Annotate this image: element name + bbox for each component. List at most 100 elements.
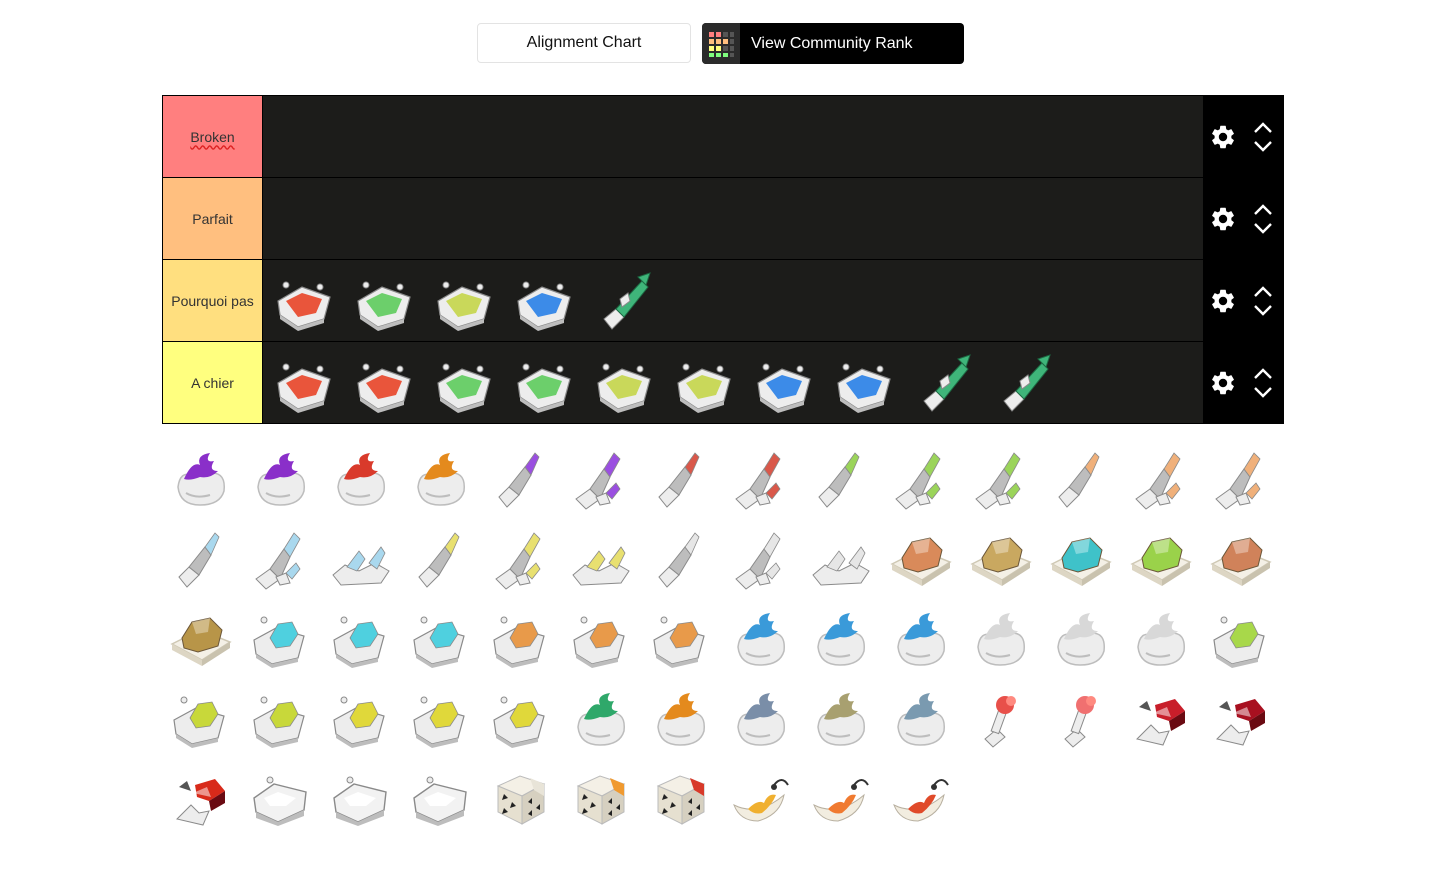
chevron-up-icon[interactable]: [1253, 203, 1273, 216]
gear-icon[interactable]: [1203, 123, 1243, 151]
pool-item-yellow-gem-block-alt-icon[interactable]: [406, 684, 476, 754]
pool-item-white-crystal-shard-icon[interactable]: [646, 524, 716, 594]
pool-item-white-crystal-pile-icon[interactable]: [806, 524, 876, 594]
chevron-down-icon[interactable]: [1253, 140, 1273, 152]
tier-item-yellowgreen-gem-block-icon[interactable]: [429, 266, 499, 336]
tier-item-blue-gem-block-icon[interactable]: [509, 266, 579, 336]
pool-item-yellow-crystal-pile-icon[interactable]: [566, 524, 636, 594]
pool-item-lime-crystal-cluster-icon[interactable]: [886, 444, 956, 514]
tier-items-dropzone[interactable]: [263, 342, 1203, 423]
tier-item-green-crystal-spike-alt-icon[interactable]: [989, 348, 1059, 418]
gear-icon[interactable]: [1203, 287, 1243, 315]
tier-label[interactable]: Parfait: [163, 178, 263, 259]
tier-item-green-crystal-spike-icon[interactable]: [909, 348, 979, 418]
pool-item-red-cube-cluster-icon[interactable]: [166, 764, 236, 834]
pool-item-lime-gem-block-icon[interactable]: [1206, 604, 1276, 674]
pool-item-purple-flame-rock-icon[interactable]: [166, 444, 236, 514]
tier-item-green-crystal-spike-icon[interactable]: [589, 266, 659, 336]
pool-item-orange-flame-horn-icon[interactable]: [806, 764, 876, 834]
tier-label[interactable]: A chier: [163, 342, 263, 423]
tier-label[interactable]: Pourquoi pas: [163, 260, 263, 341]
tier-item-red-gem-block-icon[interactable]: [269, 266, 339, 336]
chevron-up-icon[interactable]: [1253, 367, 1273, 380]
pool-item-steel-flame-rock-icon[interactable]: [726, 684, 796, 754]
pool-item-blue-flame-rock-icon[interactable]: [726, 604, 796, 674]
pool-item-cyan-gem-block-tall-icon[interactable]: [406, 604, 476, 674]
pool-item-purple-crystal-cluster-icon[interactable]: [566, 444, 636, 514]
pool-item-white-flame-rock-icon[interactable]: [966, 604, 1036, 674]
pool-item-cyan-gem-block-icon[interactable]: [246, 604, 316, 674]
tier-item-red-gem-block-icon[interactable]: [269, 348, 339, 418]
tier-item-green-gem-block-icon[interactable]: [429, 348, 499, 418]
pool-item-white-flame-rock-alt-icon[interactable]: [1046, 604, 1116, 674]
pool-item-blue-flame-rock-alt-icon[interactable]: [806, 604, 876, 674]
pool-item-ice-crystal-cluster-icon[interactable]: [246, 524, 316, 594]
chevron-up-icon[interactable]: [1253, 285, 1273, 298]
pool-item-chartreuse-gem-block-alt-icon[interactable]: [246, 684, 316, 754]
pool-item-orange-gem-block-tall-icon[interactable]: [646, 604, 716, 674]
tier-item-yellowgreen-gem-block-alt-icon[interactable]: [669, 348, 739, 418]
pool-item-red-crystal-shard-icon[interactable]: [646, 444, 716, 514]
tier-item-blue-gem-block-icon[interactable]: [749, 348, 819, 418]
pool-item-gold-ore-plate-icon[interactable]: [966, 524, 1036, 594]
pool-item-yellow-gem-block-tall-icon[interactable]: [486, 684, 556, 754]
pool-item-slate-flame-rock-icon[interactable]: [886, 684, 956, 754]
pool-item-teal-gem-plate-icon[interactable]: [1046, 524, 1116, 594]
pool-item-yellow-crystal-cluster-icon[interactable]: [486, 524, 556, 594]
pool-item-blue-flame-rock-tall-icon[interactable]: [886, 604, 956, 674]
chevron-down-icon[interactable]: [1253, 386, 1273, 398]
pool-item-dotted-dice-icon[interactable]: [486, 764, 556, 834]
pool-item-red-crystal-cluster-icon[interactable]: [726, 444, 796, 514]
tier-items-dropzone[interactable]: [263, 178, 1203, 259]
pool-item-yellow-gem-block-icon[interactable]: [326, 684, 396, 754]
pool-item-copper-ore-plate-icon[interactable]: [886, 524, 956, 594]
alignment-chart-button[interactable]: Alignment Chart: [477, 23, 691, 63]
chevron-up-icon[interactable]: [1253, 121, 1273, 134]
pool-item-orange-flame-rock-alt-icon[interactable]: [646, 684, 716, 754]
pool-item-lime-gem-plate-icon[interactable]: [1126, 524, 1196, 594]
pool-item-white-stone-block-icon[interactable]: [246, 764, 316, 834]
tier-item-yellowgreen-gem-block-icon[interactable]: [589, 348, 659, 418]
pool-item-white-flame-rock-tall-icon[interactable]: [1126, 604, 1196, 674]
pool-item-lime-crystal-shard-icon[interactable]: [806, 444, 876, 514]
tier-label[interactable]: Broken: [163, 96, 263, 177]
tier-item-red-gem-block-alt-icon[interactable]: [349, 348, 419, 418]
tier-item-green-gem-block-icon[interactable]: [349, 266, 419, 336]
pool-item-lime-crystal-cluster-alt-icon[interactable]: [966, 444, 1036, 514]
gear-icon[interactable]: [1203, 369, 1243, 397]
pool-item-peach-crystal-cluster-icon[interactable]: [1126, 444, 1196, 514]
tier-item-blue-gem-block-alt-icon[interactable]: [829, 348, 899, 418]
pool-item-peach-crystal-shard-icon[interactable]: [1046, 444, 1116, 514]
pool-item-coral-spike-icon[interactable]: [966, 684, 1036, 754]
pool-item-cyan-gem-block-alt-icon[interactable]: [326, 604, 396, 674]
pool-item-red-dotted-dice-icon[interactable]: [646, 764, 716, 834]
pool-item-gold-gem-plate-icon[interactable]: [166, 604, 236, 674]
pool-item-olive-flame-rock-icon[interactable]: [806, 684, 876, 754]
pool-item-orange-gem-block-icon[interactable]: [486, 604, 556, 674]
pool-item-white-crystal-cluster-icon[interactable]: [726, 524, 796, 594]
pool-item-yellow-flame-horn-icon[interactable]: [726, 764, 796, 834]
pool-item-orange-flame-rock-icon[interactable]: [406, 444, 476, 514]
tier-item-green-gem-block-alt-icon[interactable]: [509, 348, 579, 418]
chevron-down-icon[interactable]: [1253, 304, 1273, 316]
pool-item-purple-flame-rock-alt-icon[interactable]: [246, 444, 316, 514]
pool-item-ice-crystal-shard-icon[interactable]: [166, 524, 236, 594]
pool-item-purple-crystal-shard-icon[interactable]: [486, 444, 556, 514]
pool-item-yellow-crystal-shard-icon[interactable]: [406, 524, 476, 594]
pool-item-red-flame-rock-icon[interactable]: [326, 444, 396, 514]
pool-item-chartreuse-gem-block-icon[interactable]: [166, 684, 236, 754]
pool-item-white-stone-block-tall-icon[interactable]: [406, 764, 476, 834]
chevron-down-icon[interactable]: [1253, 222, 1273, 234]
pool-item-white-stone-block-alt-icon[interactable]: [326, 764, 396, 834]
pool-item-red-cube-spike-alt-icon[interactable]: [1206, 684, 1276, 754]
tier-items-dropzone[interactable]: [263, 260, 1203, 341]
pool-item-ice-crystal-pile-icon[interactable]: [326, 524, 396, 594]
tier-items-dropzone[interactable]: [263, 96, 1203, 177]
pool-item-orange-gem-block-alt-icon[interactable]: [566, 604, 636, 674]
pool-item-coral-spike-pair-icon[interactable]: [1046, 684, 1116, 754]
pool-item-peach-crystal-cluster-alt-icon[interactable]: [1206, 444, 1276, 514]
pool-item-red-cube-spike-icon[interactable]: [1126, 684, 1196, 754]
gear-icon[interactable]: [1203, 205, 1243, 233]
pool-item-copper-gem-plate-icon[interactable]: [1206, 524, 1276, 594]
pool-item-red-flame-horn-icon[interactable]: [886, 764, 956, 834]
